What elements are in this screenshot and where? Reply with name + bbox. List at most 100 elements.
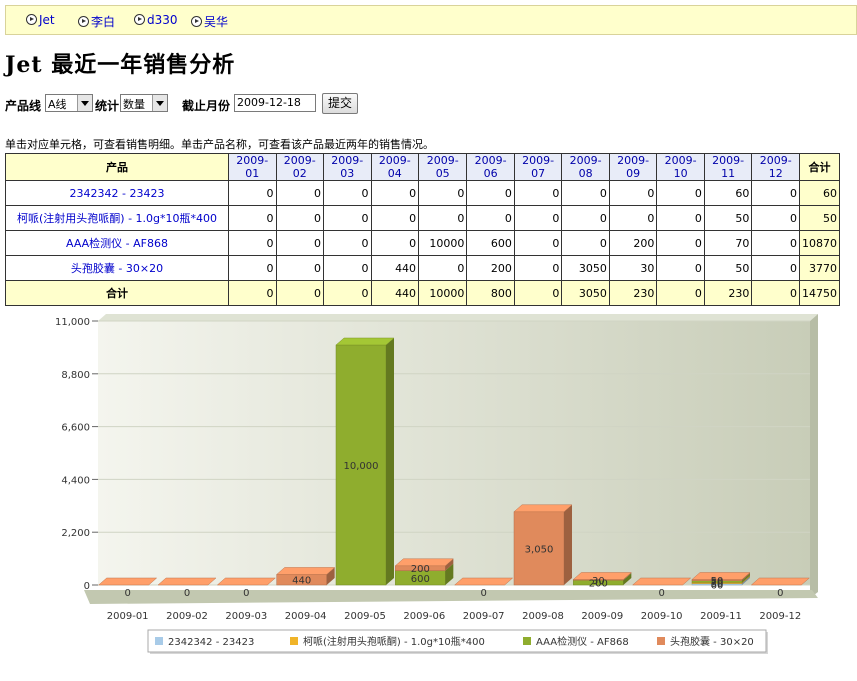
table-cell[interactable]: 0 — [561, 180, 610, 206]
plot-floor — [84, 590, 818, 604]
table-cell[interactable]: 0 — [370, 205, 420, 231]
table-cell[interactable]: 0 — [228, 255, 277, 281]
table-cell[interactable]: 440 — [370, 255, 420, 281]
month-header: 2009-10 — [656, 153, 705, 181]
nav-item-jet[interactable]: Jet — [26, 13, 55, 27]
table-cell[interactable]: 0 — [561, 205, 610, 231]
table-cell[interactable]: 0 — [370, 180, 420, 206]
table-row: 柯哌(注射用头孢哌酮) - 1.0g*10瓶*400 0 0 0 0 0 0 0… — [5, 205, 840, 231]
nav-item-label: 吴华 — [204, 15, 229, 29]
table-cell[interactable]: 600 — [466, 230, 515, 256]
table-cell[interactable]: 0 — [656, 180, 705, 206]
table-cell[interactable]: 60 — [703, 180, 753, 206]
nav-item-label: 李白 — [91, 15, 116, 29]
table-cell[interactable]: 0 — [656, 230, 705, 256]
table-cell[interactable]: 0 — [370, 230, 420, 256]
table-cell[interactable]: 0 — [228, 180, 277, 206]
bar-top — [216, 577, 276, 586]
product-link[interactable]: 头孢胶囊 - 30×20 — [5, 255, 229, 281]
table-cell[interactable]: 0 — [513, 230, 563, 256]
table-cell[interactable]: 30 — [608, 255, 658, 281]
nav-item-wuhua[interactable]: 吴华 — [191, 13, 228, 30]
table-cell[interactable]: 0 — [275, 230, 325, 256]
table-cell[interactable]: 0 — [751, 180, 800, 206]
table-cell[interactable]: 0 — [323, 255, 372, 281]
legend-label: 柯哌(注射用头孢哌酮) - 1.0g*10瓶*400 — [303, 635, 485, 648]
sum-cell: 0 — [751, 280, 800, 306]
date-label: 截止月份 — [182, 99, 231, 113]
product-line-label: 产品线 — [5, 99, 42, 113]
table-cell[interactable]: 50 — [703, 255, 753, 281]
table-cell[interactable]: 0 — [751, 205, 800, 231]
x-tick-label: 2009-01 — [107, 611, 149, 622]
table-cell[interactable]: 0 — [323, 205, 372, 231]
y-tick-label: 0 — [84, 581, 90, 592]
x-tick-label: 2009-08 — [522, 611, 564, 622]
table-cell[interactable]: 0 — [323, 180, 372, 206]
top-nav: Jet 李白 d330 吴华 — [5, 5, 857, 35]
chevron-down-icon — [77, 95, 92, 111]
month-header: 2009-11 — [703, 153, 753, 181]
table-cell[interactable]: 0 — [561, 230, 610, 256]
table-cell[interactable]: 0 — [275, 255, 325, 281]
table-cell[interactable]: 0 — [513, 205, 563, 231]
table-cell[interactable]: 0 — [656, 255, 705, 281]
table-cell[interactable]: 0 — [656, 205, 705, 231]
plot-top-edge — [98, 314, 818, 321]
submit-button[interactable]: 提交 — [322, 93, 358, 114]
table-cell[interactable]: 70 — [703, 230, 753, 256]
row-total[interactable]: 10870 — [799, 230, 840, 256]
table-cell[interactable]: 0 — [608, 180, 658, 206]
product-link[interactable]: AAA检测仪 - AF868 — [5, 230, 229, 256]
table-cell[interactable]: 200 — [466, 255, 515, 281]
row-total[interactable]: 3770 — [799, 255, 840, 281]
stat-select[interactable]: 数量 — [120, 94, 168, 112]
nav-item-libai[interactable]: 李白 — [78, 13, 115, 30]
table-cell[interactable]: 3050 — [561, 255, 610, 281]
product-link[interactable]: 2342342 - 23423 — [5, 180, 229, 206]
table-cell[interactable]: 0 — [466, 205, 515, 231]
legend-label: AAA检测仪 - AF868 — [536, 635, 629, 648]
month-header: 2009-02 — [275, 153, 325, 181]
x-tick-label: 2009-12 — [759, 611, 801, 622]
table-cell[interactable]: 0 — [418, 180, 468, 206]
legend-label: 2342342 - 23423 — [168, 637, 254, 648]
table-cell[interactable]: 10000 — [418, 230, 468, 256]
table-cell[interactable]: 0 — [418, 205, 468, 231]
table-cell[interactable]: 0 — [418, 255, 468, 281]
total-header: 合计 — [799, 153, 840, 181]
month-header: 2009-05 — [418, 153, 468, 181]
bar-top — [454, 577, 514, 586]
table-row: 2342342 - 23423 0 0 0 0 0 0 0 0 0 0 60 0… — [5, 180, 840, 206]
row-total[interactable]: 60 — [799, 180, 840, 206]
y-tick-label: 2,200 — [61, 528, 90, 539]
table-cell[interactable]: 0 — [275, 180, 325, 206]
table-cell[interactable]: 0 — [513, 180, 563, 206]
table-cell[interactable]: 0 — [751, 230, 800, 256]
table-cell[interactable]: 0 — [608, 205, 658, 231]
table-cell[interactable]: 0 — [466, 180, 515, 206]
data-label: 50 — [711, 576, 724, 587]
product-line-select[interactable]: A线 — [45, 94, 93, 112]
legend-swatch — [290, 637, 298, 645]
table-cell[interactable]: 0 — [751, 255, 800, 281]
table-cell[interactable]: 200 — [608, 230, 658, 256]
nav-item-d330[interactable]: d330 — [134, 13, 178, 27]
table-cell[interactable]: 0 — [275, 205, 325, 231]
x-tick-label: 2009-11 — [700, 611, 742, 622]
grand-total: 14750 — [799, 280, 840, 306]
row-total[interactable]: 50 — [799, 205, 840, 231]
data-label: 0 — [243, 588, 249, 599]
table-cell[interactable]: 0 — [513, 255, 563, 281]
x-tick-label: 2009-06 — [403, 611, 445, 622]
product-link[interactable]: 柯哌(注射用头孢哌酮) - 1.0g*10瓶*400 — [5, 205, 229, 231]
table-cell[interactable]: 0 — [323, 230, 372, 256]
sum-row: 合计 0 0 0 440 10000 800 0 3050 230 0 230 … — [5, 280, 840, 306]
table-cell[interactable]: 50 — [703, 205, 753, 231]
sum-cell: 0 — [228, 280, 277, 306]
table-cell[interactable]: 0 — [228, 205, 277, 231]
data-label: 10,000 — [344, 461, 379, 472]
legend-swatch — [657, 637, 665, 645]
date-input[interactable]: 2009-12-18 — [234, 94, 316, 112]
table-cell[interactable]: 0 — [228, 230, 277, 256]
